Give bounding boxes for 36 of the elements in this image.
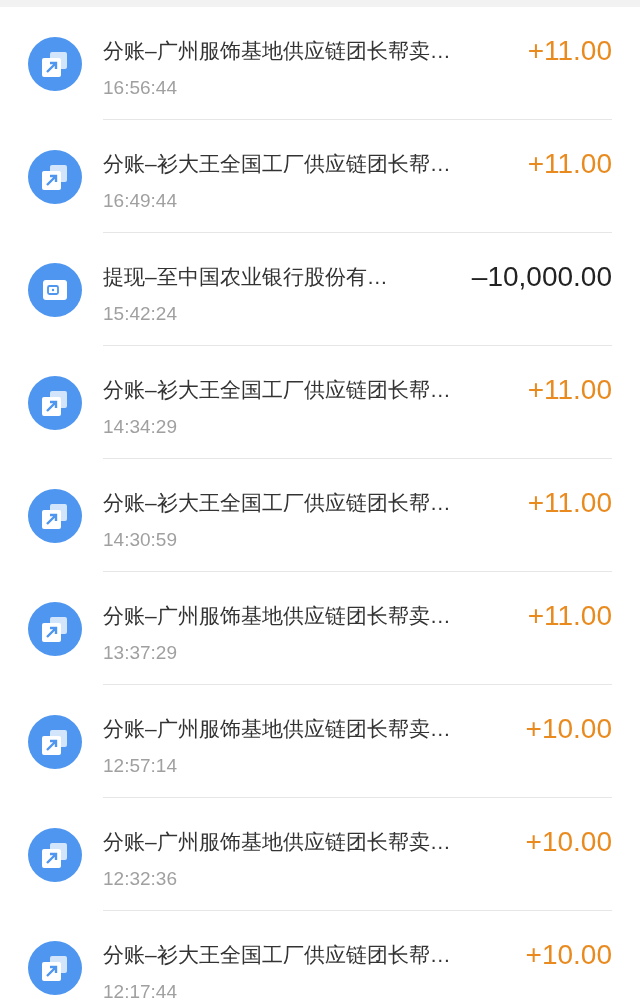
transaction-amount: +11.00 (527, 598, 612, 633)
transaction-amount: +11.00 (527, 485, 612, 520)
transaction-title: 分账–衫大王全国工厂供应链团长帮… (103, 150, 451, 177)
transaction-title: 提现–至中国农业银行股份有… (103, 263, 388, 290)
transaction-title: 分账–衫大王全国工厂供应链团长帮… (103, 942, 451, 969)
transfer-icon (28, 375, 82, 430)
transaction-time: 12:32:36 (103, 868, 177, 888)
transaction-time: 16:56:44 (103, 77, 177, 97)
wallet-icon (28, 262, 82, 317)
transfer-icon (28, 601, 82, 656)
transaction-title: 分账–广州服饰基地供应链团长帮卖… (103, 602, 451, 629)
transaction-title: 分账–广州服饰基地供应链团长帮卖… (103, 37, 451, 64)
transaction-title: 分账–广州服饰基地供应链团长帮卖… (103, 715, 451, 742)
transaction-amount: +11.00 (527, 33, 612, 68)
transfer-icon (28, 488, 82, 543)
transaction-time: 14:30:59 (103, 529, 177, 549)
transaction-time: 13:37:29 (103, 642, 177, 662)
transfer-icon (28, 827, 82, 882)
transaction-amount: +11.00 (527, 372, 612, 407)
transaction-time: 15:42:24 (103, 303, 177, 323)
transaction-time: 16:49:44 (103, 190, 177, 210)
transfer-icon (28, 940, 82, 995)
transaction-amount: +10.00 (525, 711, 612, 746)
transaction-amount: +10.00 (525, 938, 612, 972)
transaction-time: 14:34:29 (103, 416, 177, 436)
transaction-time: 12:17:44 (103, 982, 177, 1001)
transfer-icon (28, 36, 82, 91)
transaction-amount: –10,000.00 (471, 259, 612, 294)
transaction-title: 分账–衫大王全国工厂供应链团长帮… (103, 376, 451, 403)
transfer-icon (28, 149, 82, 204)
transaction-time: 12:57:14 (103, 755, 177, 775)
transaction-amount: +11.00 (527, 146, 612, 181)
transaction-title: 分账–广州服饰基地供应链团长帮卖… (103, 828, 451, 855)
transfer-icon (28, 714, 82, 769)
transaction-amount: +10.00 (525, 824, 612, 859)
transaction-title: 分账–衫大王全国工厂供应链团长帮… (103, 489, 451, 516)
